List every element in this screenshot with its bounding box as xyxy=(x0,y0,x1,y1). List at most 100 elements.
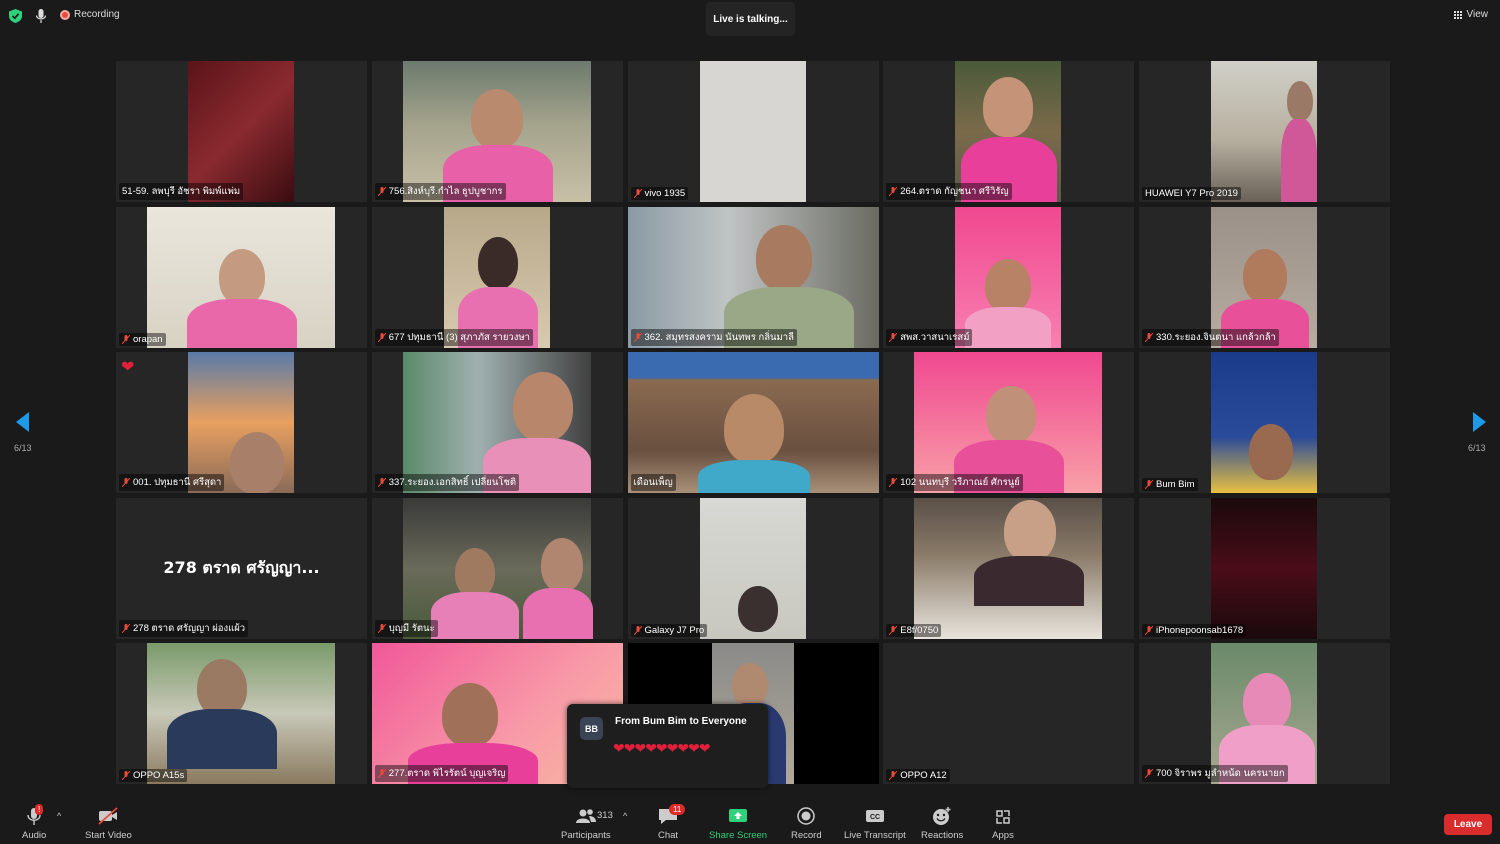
record-button[interactable]: Record xyxy=(791,806,822,841)
participant-tile[interactable]: 362. สมุทรสงคราม นันทพร กลิ่นมาลี xyxy=(627,206,879,348)
participant-tile[interactable]: E8f/0750 xyxy=(883,497,1135,639)
participant-tile[interactable]: 102 นนทบุรี วรีภาณย์ ศักรนูย์ xyxy=(883,352,1135,493)
video-gallery: 51-59. ลพบุรี อัชรา พิมพ์แพ่ม 756.สิงห์บ… xyxy=(116,61,1390,784)
participant-name: 700 จิราพร มูลำหน้ด นครนายก xyxy=(1142,765,1288,782)
audio-button[interactable]: Audio ! xyxy=(22,804,46,841)
muted-mic-icon xyxy=(889,187,898,196)
muted-mic-icon xyxy=(633,625,642,635)
participant-name: เดือนเพ็ญ xyxy=(630,474,676,491)
participant-video xyxy=(627,206,879,348)
chat-notification-popup[interactable]: BB From Bum Bim to Everyone ❤❤❤❤❤❤❤❤❤ xyxy=(567,704,768,788)
participant-name: 51-59. ลพบุรี อัชรา พิมพ์แพ่ม xyxy=(119,183,244,200)
view-label: View xyxy=(1466,9,1489,20)
participant-name: 677 ปทุมธานี (3) สุภาภัส รายวงษา xyxy=(374,328,533,346)
participant-tile[interactable]: 330.ระยอง.จินตนา แกล้วกล้า xyxy=(1139,206,1390,348)
view-button[interactable]: View xyxy=(1454,9,1489,20)
participant-video xyxy=(955,61,1062,202)
participant-name: 001. ปทุมธานี ศรีสุดา xyxy=(119,474,225,491)
muted-mic-icon xyxy=(1145,480,1153,489)
apps-button[interactable]: Apps xyxy=(992,806,1014,841)
share-screen-button[interactable]: Share Screen xyxy=(709,806,767,841)
chat-label: Chat xyxy=(657,830,679,841)
participant-tile[interactable]: 51-59. ลพบุรี อัชรา พิมพ์แพ่ม xyxy=(116,61,367,202)
page-indicator-right: 6/13 xyxy=(1468,443,1486,453)
participant-video xyxy=(402,352,591,493)
participant-name: 264.ตราด กัญชนา ศรีวิรัญ xyxy=(886,183,1012,200)
chat-unread-badge: 11 xyxy=(669,804,686,815)
muted-mic-icon xyxy=(1145,625,1153,635)
participant-tile[interactable]: Bum Bim xyxy=(1139,352,1390,493)
participant-video xyxy=(914,497,1103,639)
smiley-icon xyxy=(933,807,951,825)
participant-tile[interactable]: บุญมี รัตนะ xyxy=(371,497,623,639)
participant-tile[interactable]: ❤ 001. ปทุมธานี ศรีสุดา xyxy=(116,352,367,493)
muted-mic-icon xyxy=(122,334,130,344)
participant-video xyxy=(627,352,879,493)
participant-name: 337.ระยอง.เอกสิทธิ์ เปลี่ยนโชติ xyxy=(374,474,520,491)
record-label: Record xyxy=(791,830,822,841)
participant-name: 362. สมุทรสงคราม นันทพร กลิ่นมาลี xyxy=(630,328,797,346)
shield-icon[interactable] xyxy=(9,9,22,23)
active-speaker-banner: Live is talking... xyxy=(706,2,795,36)
apps-label: Apps xyxy=(992,830,1014,841)
participant-tile[interactable]: เดือนเพ็ญ xyxy=(627,352,879,493)
participant-video xyxy=(188,61,294,202)
share-screen-icon xyxy=(729,809,748,822)
participant-tile[interactable]: Galaxy J7 Pro xyxy=(627,497,879,639)
participant-tile[interactable]: 264.ตราด กัญชนา ศรีวิรัญ xyxy=(883,61,1135,202)
muted-mic-icon xyxy=(377,478,386,487)
participant-name: orapan xyxy=(119,332,166,346)
participant-tile[interactable]: 278 ตราด ศรัญญา... 278 ตราด ศรัญญา ผ่องแ… xyxy=(116,497,367,639)
muted-mic-icon xyxy=(1145,769,1153,778)
participant-name: Galaxy J7 Pro xyxy=(630,623,708,637)
previous-page-arrow-icon[interactable] xyxy=(14,411,32,433)
chat-button[interactable]: Chat 11 xyxy=(657,804,686,841)
muted-mic-icon xyxy=(377,623,386,633)
next-page-arrow-icon[interactable] xyxy=(1470,411,1488,433)
heart-reaction-icon: ❤ xyxy=(121,359,135,376)
participant-name: E8f/0750 xyxy=(886,623,942,637)
participant-tile[interactable]: iPhonepoonsab1678 xyxy=(1139,497,1390,639)
muted-mic-icon xyxy=(889,332,898,342)
grid-view-icon xyxy=(1454,10,1463,19)
muted-mic-icon xyxy=(377,769,386,778)
participant-video xyxy=(914,352,1103,493)
audio-options-caret-icon[interactable]: ^ xyxy=(57,811,61,821)
audio-warning-badge: ! xyxy=(35,804,44,815)
participants-options-caret-icon[interactable]: ^ xyxy=(623,811,627,821)
avatar: BB xyxy=(580,717,603,740)
muted-mic-icon xyxy=(122,623,130,633)
participant-display-name: 278 ตราด ศรัญญา... xyxy=(163,557,320,577)
participant-tile[interactable]: orapan xyxy=(116,206,367,348)
share-screen-label: Share Screen xyxy=(709,830,768,841)
leave-button[interactable]: Leave xyxy=(1444,814,1492,835)
participant-tile[interactable]: 756.สิงห์บุรี.กำไล ธูปบูชากร xyxy=(371,61,623,202)
participant-tile[interactable]: vivo 1935 xyxy=(627,61,879,202)
mic-icon[interactable] xyxy=(34,8,48,24)
participant-tile[interactable]: OPPO A15s xyxy=(116,643,367,784)
participant-video xyxy=(1211,643,1317,784)
muted-mic-icon xyxy=(377,187,386,196)
muted-mic-icon xyxy=(122,771,130,780)
participant-video xyxy=(147,206,335,348)
participant-video xyxy=(1211,61,1317,202)
participant-tile[interactable]: HUAWEI Y7 Pro 2019 xyxy=(1139,61,1390,202)
recording-indicator[interactable]: Recording xyxy=(60,9,120,20)
top-bar: Recording Live is talking... View xyxy=(0,0,1500,36)
muted-mic-icon xyxy=(889,478,898,487)
participant-tile[interactable]: 337.ระยอง.เอกสิทธิ์ เปลี่ยนโชติ xyxy=(371,352,623,493)
chat-sender: From Bum Bim to Everyone xyxy=(615,716,747,727)
svg-text:CC: CC xyxy=(870,814,880,821)
muted-mic-icon xyxy=(889,771,898,780)
participant-tile[interactable]: สพส.วาสนาเรสม์ xyxy=(883,206,1135,348)
start-video-button[interactable]: Start Video xyxy=(85,806,132,841)
participant-name: Bum Bim xyxy=(1142,478,1198,491)
live-transcript-button[interactable]: CC Live Transcript xyxy=(844,806,906,841)
participant-tile[interactable]: 700 จิราพร มูลำหน้ด นครนายก xyxy=(1139,643,1390,784)
participant-tile[interactable]: OPPO A12 xyxy=(883,643,1135,784)
muted-mic-icon xyxy=(377,332,386,342)
participant-tile[interactable]: 677 ปทุมธานี (3) สุภาภัส รายวงษา xyxy=(371,206,623,348)
muted-mic-icon xyxy=(122,478,130,487)
participant-name: HUAWEI Y7 Pro 2019 xyxy=(1142,187,1241,200)
reactions-button[interactable]: Reactions xyxy=(921,806,963,841)
